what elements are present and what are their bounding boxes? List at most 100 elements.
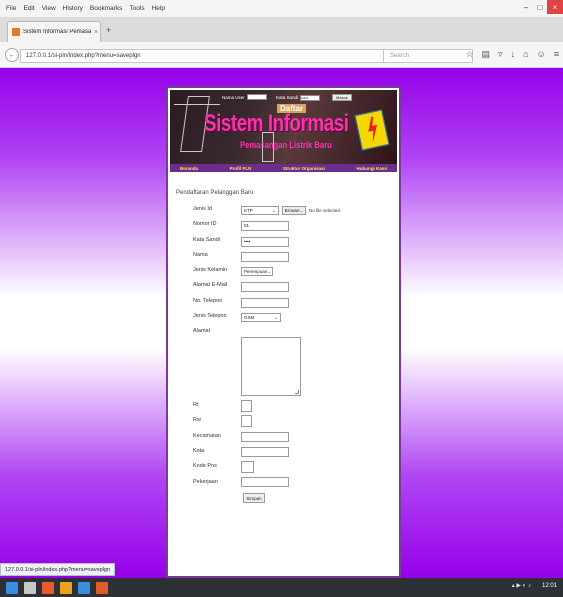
system-tray: ▴ ▶ ◐ ♪ 12:01 [512, 582, 557, 590]
back-button[interactable]: ← [5, 48, 19, 62]
kota-field[interactable] [241, 447, 289, 457]
simpan-button[interactable]: Simpan [243, 493, 265, 503]
label-nama: Nama [193, 252, 208, 258]
label-kata-sandi: Kata Sandi [193, 237, 220, 243]
pocket-icon[interactable]: ▿ [498, 49, 503, 60]
file-explorer-icon[interactable] [24, 581, 36, 594]
menu-file[interactable]: File [6, 5, 16, 12]
login-pass-input[interactable]: ••••• [300, 94, 321, 101]
browse-button[interactable]: Browse... [282, 206, 306, 215]
jenis-kelamin-value: Perempuan [244, 269, 268, 274]
tab-strip: Sistem Informasi Pemasan... × + [0, 17, 563, 42]
status-url: 127.0.0.1/si-pln/index.php?menu=saveplgn [0, 563, 116, 576]
lightning-bolt-icon [368, 116, 378, 144]
menu-tools[interactable]: Tools [129, 5, 144, 12]
hamburger-menu-icon[interactable]: ≡ [554, 49, 559, 60]
url-bar[interactable]: 127.0.0.1/si-pln/index.php?menu=saveplgn [20, 49, 390, 63]
menu-bar: File Edit View History Bookmarks Tools H… [0, 5, 165, 12]
firefox-icon[interactable] [96, 581, 108, 594]
jenis-telepon-select[interactable]: GSM ⌄ [241, 313, 281, 322]
label-alamat: Alamat [193, 328, 211, 334]
label-jenis-id: Jenis Id [193, 206, 212, 212]
login-user-label: Nama User [222, 94, 245, 100]
resize-grip-icon[interactable] [295, 390, 299, 394]
powerline-illustration [174, 104, 220, 105]
pekerjaan-field[interactable] [241, 477, 289, 487]
tab-close-icon[interactable]: × [94, 29, 98, 36]
label-email: Alamat E-Mail [193, 282, 228, 288]
chevron-down-icon: ⌄ [267, 268, 272, 275]
office-app-icon[interactable] [42, 581, 54, 594]
nama-field[interactable] [241, 252, 289, 262]
rt-field[interactable] [241, 400, 252, 412]
search-input[interactable]: Search [383, 49, 473, 63]
menu-edit[interactable]: Edit [23, 5, 34, 12]
search-placeholder: Search [390, 53, 410, 59]
toolbar-icons: ☆ ▤ ▿ ↓ ⌂ ☺ ≡ [465, 49, 559, 60]
chevron-down-icon: ⌄ [273, 314, 278, 321]
label-jenis-kelamin: Jenis Kelamin [193, 267, 228, 273]
bookmark-star-icon[interactable]: ☆ [465, 49, 473, 60]
label-pekerjaan: Pekerjaan [193, 479, 218, 485]
nomor-id-field[interactable]: 01 [241, 221, 289, 231]
nav-hubungi-kami[interactable]: Hubungi Kami [356, 166, 387, 171]
jenis-kelamin-select[interactable]: Perempuan ⌄ [241, 267, 273, 276]
maximize-button[interactable]: □ [533, 0, 547, 14]
app-window-icon[interactable] [78, 581, 90, 594]
tab-title: Sistem Informasi Pemasan... [23, 29, 91, 35]
kata-sandi-field[interactable]: •••• [241, 237, 289, 247]
label-telepon: No. Telepon [193, 298, 223, 304]
login-button[interactable]: Masuk [332, 94, 352, 101]
windows-start-icon[interactable] [6, 581, 18, 594]
site-nav: Beranda Profil PLN Struktur Organisasi H… [170, 164, 397, 172]
jenis-id-select[interactable]: KTP ⌄ [241, 206, 279, 215]
rw-field[interactable] [241, 415, 252, 427]
title-bar: File Edit View History Bookmarks Tools H… [0, 0, 563, 17]
taskbar: ▴ ▶ ◐ ♪ 12:01 [0, 578, 563, 597]
menu-bookmarks[interactable]: Bookmarks [90, 5, 123, 12]
menu-view[interactable]: View [42, 5, 56, 12]
taskbar-clock[interactable]: 12:01 [542, 583, 557, 589]
navigation-bar: ← 127.0.0.1/si-pln/index.php?menu=savepl… [0, 42, 563, 68]
folder-icon[interactable] [60, 581, 72, 594]
label-jenis-telepon: Jenis Telepon [193, 313, 227, 319]
favicon-icon [12, 28, 20, 36]
email-field[interactable] [241, 282, 289, 292]
tray-icons[interactable]: ▴ ▶ ◐ ♪ [512, 582, 531, 589]
download-icon[interactable]: ↓ [511, 49, 516, 60]
url-text: 127.0.0.1/si-pln/index.php?menu=saveplgn [26, 53, 141, 59]
tab-sistem-informasi[interactable]: Sistem Informasi Pemasan... × [7, 21, 101, 42]
jenis-telepon-value: GSM [244, 315, 255, 320]
alamat-textarea[interactable] [241, 337, 301, 396]
login-user-input[interactable] [246, 94, 267, 100]
nav-struktur-organisasi[interactable]: Struktur Organisasi [283, 166, 325, 171]
label-kecamatan: Kecamatan [193, 433, 221, 439]
minimize-button[interactable]: – [519, 0, 533, 14]
site-banner: Nama User Kata Sandi ••••• Masuk Daftar … [170, 90, 397, 172]
jenis-id-value: KTP [244, 208, 253, 213]
no-file-text: No file selected. [309, 208, 342, 213]
menu-help[interactable]: Help [152, 5, 165, 12]
home-icon[interactable]: ⌂ [523, 49, 528, 60]
login-user-row: Nama User [222, 94, 267, 100]
window-controls: – □ × [519, 0, 563, 17]
close-window-button[interactable]: × [547, 0, 563, 14]
banner-title: Sistem Informasi [204, 110, 349, 137]
login-pass-row: Kata Sandi ••••• Masuk [276, 94, 352, 101]
nav-beranda[interactable]: Beranda [180, 166, 198, 171]
kecamatan-field[interactable] [241, 432, 289, 442]
new-tab-button[interactable]: + [106, 25, 111, 35]
nav-profil-pln[interactable]: Profil PLN [230, 166, 252, 171]
label-nomor-id: Nomor ID [193, 221, 217, 227]
reading-list-icon[interactable]: ▤ [482, 49, 491, 60]
telepon-field[interactable] [241, 298, 289, 308]
label-kota: Kota [193, 448, 205, 454]
page-viewport: Nama User Kata Sandi ••••• Masuk Daftar … [0, 68, 563, 578]
smiley-icon[interactable]: ☺ [537, 49, 546, 60]
form-title: Pendaftaran Pelanggan Baru [176, 190, 254, 196]
kode-pos-field[interactable] [241, 461, 254, 473]
label-rt: Rt [193, 402, 199, 408]
chevron-down-icon: ⌄ [271, 207, 276, 214]
menu-history[interactable]: History [63, 5, 83, 12]
content-panel: Nama User Kata Sandi ••••• Masuk Daftar … [166, 86, 401, 578]
